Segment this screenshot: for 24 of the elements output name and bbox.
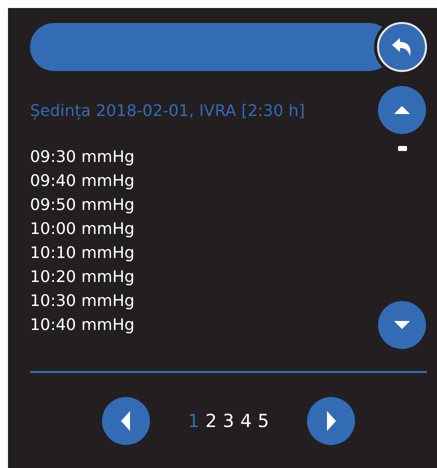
reading-row-text: 10:10 mmHg (30, 242, 136, 264)
page-number[interactable]: 2 (205, 410, 217, 432)
scroll-indicator (398, 146, 406, 151)
reading-row-text: 09:40 mmHg (30, 170, 136, 192)
left-triangle-icon (118, 411, 133, 431)
reading-row-text: 10:20 mmHg (30, 266, 136, 288)
back-button[interactable] (377, 22, 427, 72)
right-triangle-icon (324, 411, 338, 431)
reading-row-text: 09:50 mmHg (30, 194, 136, 216)
reading-row-text: 10:40 mmHg (30, 314, 136, 336)
page-number[interactable]: 3 (222, 410, 234, 432)
reading-row-text: 10:30 mmHg (30, 290, 136, 312)
page-number[interactable]: 5 (258, 410, 270, 432)
previous-page-button[interactable] (102, 397, 150, 445)
reading-row-text: 09:30 mmHg (30, 146, 136, 168)
scroll-up-button[interactable] (378, 86, 426, 134)
back-arrow-icon (391, 37, 413, 57)
down-triangle-icon (394, 319, 410, 331)
session-title: Ședința 2018-02-01, IVRA [2:30 h] (30, 100, 306, 122)
next-page-button[interactable] (307, 397, 356, 445)
reading-row-text: 10:00 mmHg (30, 218, 136, 240)
page-number[interactable]: 4 (240, 410, 252, 432)
scroll-down-button[interactable] (378, 301, 426, 349)
up-triangle-icon (394, 104, 410, 116)
